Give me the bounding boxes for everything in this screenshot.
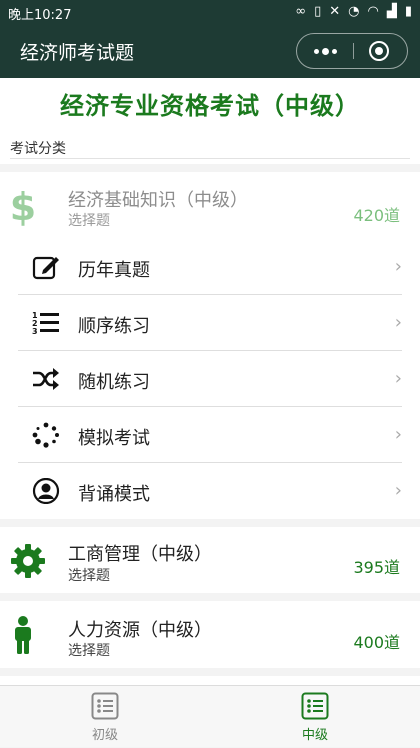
category-name: 工商管理（中级） xyxy=(68,544,212,565)
more-menu-button[interactable] xyxy=(297,34,353,68)
edit-icon xyxy=(32,256,59,280)
capsule-divider xyxy=(353,43,354,59)
status-time: 晚上10:27 xyxy=(8,8,72,23)
app-header: 经济师考试题 xyxy=(0,24,420,78)
vibrate-icon: ▯ xyxy=(314,4,322,19)
menu-item-random-practice[interactable]: 随机练习 › xyxy=(18,351,402,407)
tab-bar: 初级 中级 xyxy=(0,685,420,747)
category-name: 人力资源（中级） xyxy=(68,620,212,641)
section-gap xyxy=(0,668,420,676)
main-content: 经济专业资格考试（中级） 考试分类 $ 经济基础知识（中级） 选择题 420道 … xyxy=(0,78,420,685)
svg-text:3: 3 xyxy=(32,327,38,336)
battery-icon: ▮ xyxy=(404,4,412,19)
spinner-icon xyxy=(32,422,59,448)
section-gap xyxy=(0,593,420,601)
ordered-list-icon: 1 2 3 xyxy=(32,311,59,336)
status-bar: 晚上10:27 ∞ ▯ ✕ ◔ ◠ ▟ ▮ xyxy=(0,0,420,24)
tab-intermediate-level[interactable]: 中级 xyxy=(210,686,420,748)
menu-label: 历年真题 xyxy=(78,260,150,281)
menu-label: 随机练习 xyxy=(78,372,150,393)
svg-text:$: $ xyxy=(10,186,36,226)
category-count: 395道 xyxy=(353,558,400,577)
category-subtitle: 选择题 xyxy=(68,643,110,659)
app-title: 经济师考试题 xyxy=(20,42,135,64)
gear-icon xyxy=(11,544,45,578)
category-subtitle: 选择题 xyxy=(68,213,110,229)
page-headline: 经济专业资格考试（中级） xyxy=(60,92,360,120)
person-icon xyxy=(15,616,31,654)
list-doc-icon xyxy=(91,692,119,720)
menu-item-sequential-practice[interactable]: 1 2 3 顺序练习 › xyxy=(18,295,402,351)
category-name: 经济基础知识（中级） xyxy=(68,190,248,211)
menu-label: 模拟考试 xyxy=(78,428,150,449)
menu-label: 背诵模式 xyxy=(78,484,150,505)
chevron-right-icon: › xyxy=(394,368,402,389)
mini-program-capsule xyxy=(296,33,408,69)
close-program-button[interactable] xyxy=(369,41,389,61)
menu-item-recite-mode[interactable]: 背诵模式 › xyxy=(18,463,402,519)
category-subtitle: 选择题 xyxy=(68,568,110,584)
menu-item-past-exams[interactable]: 历年真题 › xyxy=(18,239,402,295)
category-count: 400道 xyxy=(353,633,400,652)
tab-label: 初级 xyxy=(91,728,118,743)
shuffle-icon xyxy=(33,368,59,390)
dollar-icon: $ xyxy=(10,186,36,226)
signal-icon: ▟ xyxy=(386,4,397,19)
chevron-right-icon: › xyxy=(394,480,402,501)
category-count: 420道 xyxy=(353,206,400,225)
tab-label: 中级 xyxy=(301,728,328,743)
mute-icon: ✕ xyxy=(329,4,341,19)
chevron-right-icon: › xyxy=(394,424,402,445)
chevron-right-icon: › xyxy=(394,312,402,333)
section-label: 考试分类 xyxy=(10,141,66,157)
list-doc-icon xyxy=(301,692,329,720)
section-gap xyxy=(0,519,420,527)
chevron-right-icon: › xyxy=(394,256,402,277)
menu-item-mock-exam[interactable]: 模拟考试 › xyxy=(18,407,402,463)
section-divider xyxy=(10,158,410,159)
menu-label: 顺序练习 xyxy=(78,316,150,337)
alarm-icon: ◔ xyxy=(348,4,360,19)
section-gap xyxy=(0,164,420,172)
user-circle-icon xyxy=(32,478,60,504)
link-icon: ∞ xyxy=(295,4,307,19)
tab-primary-level[interactable]: 初级 xyxy=(0,686,210,748)
wifi-icon: ◠ xyxy=(367,4,379,19)
status-icons: ∞ ▯ ✕ ◔ ◠ ▟ ▮ xyxy=(295,4,412,19)
